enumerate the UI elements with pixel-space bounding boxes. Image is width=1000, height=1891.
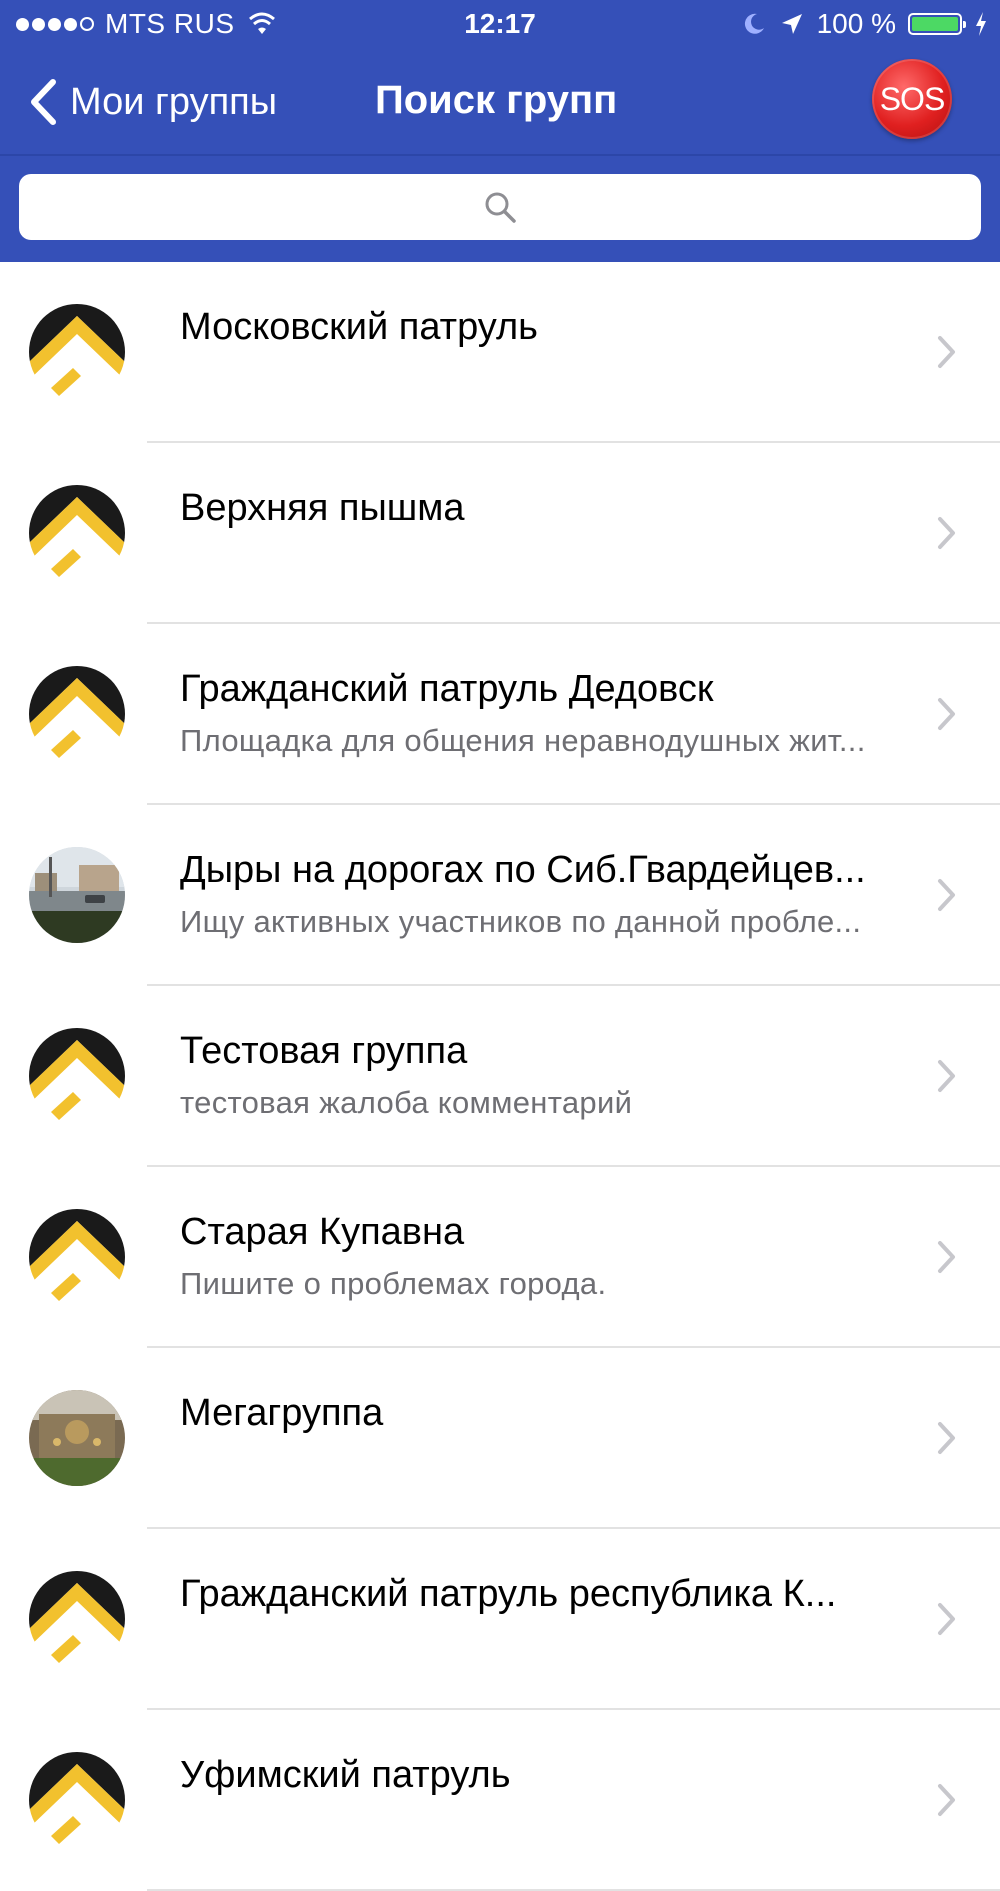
search-icon	[485, 192, 516, 223]
chevron-right-icon	[938, 698, 955, 730]
list-item[interactable]: Гражданский патруль республика К...	[0, 1529, 1000, 1710]
back-button-label: Мои группы	[70, 80, 278, 123]
chevron-right-icon	[938, 517, 955, 549]
chevron-right-icon	[938, 1060, 955, 1092]
chevron-right-icon	[938, 1784, 955, 1816]
group-title: Гражданский патруль республика К...	[180, 1573, 837, 1615]
location-arrow-icon	[781, 14, 802, 34]
list-item[interactable]: Тестовая группа тестовая жалоба комментар…	[0, 986, 1000, 1167]
list-item[interactable]: Уфимский патруль	[0, 1710, 1000, 1891]
status-bar: MTS RUS 12:17 100 %	[0, 0, 1000, 50]
group-logo-icon	[29, 1028, 125, 1124]
list-item[interactable]: Мегагруппа	[0, 1348, 1000, 1529]
chevron-right-icon	[938, 1603, 955, 1635]
chevron-right-icon	[938, 1241, 955, 1273]
group-logo-icon	[29, 666, 125, 762]
navigation-bar: Мои группы Поиск групп SOS	[0, 50, 1000, 154]
back-button[interactable]: Мои группы	[26, 76, 277, 128]
chevron-left-icon	[31, 79, 56, 125]
charging-bolt-icon	[976, 12, 986, 36]
list-item[interactable]: Гражданский патруль Дедовск Площадка для …	[0, 624, 1000, 805]
group-title: Московский патруль	[180, 306, 538, 348]
header: MTS RUS 12:17 100 % Мои группы Поиск гру…	[0, 0, 1000, 262]
page-title: Поиск групп	[375, 78, 618, 122]
group-title: Гражданский патруль Дедовск	[180, 668, 714, 710]
list-item[interactable]: Старая Купавна Пишите о проблемах города.	[0, 1167, 1000, 1348]
list-item[interactable]: Дыры на дорогах по Сиб.Гвардейцев... Ищу …	[0, 805, 1000, 986]
list-item[interactable]: Верхняя пышма	[0, 443, 1000, 624]
chevron-right-icon	[938, 336, 955, 368]
group-description: Ищу активных участников по данной пробле…	[180, 904, 862, 939]
sos-button[interactable]: SOS	[872, 59, 952, 139]
moon-icon	[744, 13, 764, 34]
group-logo-icon	[29, 304, 125, 400]
group-description: Площадка для общения неравнодушных жит..…	[180, 723, 866, 758]
group-logo-icon	[29, 1571, 125, 1667]
group-title: Верхняя пышма	[180, 487, 465, 529]
group-logo-icon	[29, 1752, 125, 1848]
list-item[interactable]: Московский патруль	[0, 262, 1000, 443]
group-title: Уфимский патруль	[180, 1754, 511, 1796]
group-title: Дыры на дорогах по Сиб.Гвардейцев...	[180, 849, 866, 891]
group-title: Мегагруппа	[180, 1392, 384, 1434]
group-logo-icon	[29, 485, 125, 581]
sos-label: SOS	[879, 80, 946, 117]
group-title: Тестовая группа	[180, 1030, 468, 1072]
chevron-right-icon	[938, 1422, 955, 1454]
group-avatar	[29, 1390, 125, 1486]
header-divider	[0, 154, 1000, 156]
chevron-right-icon	[938, 879, 955, 911]
search-input[interactable]	[19, 174, 981, 240]
group-avatar	[29, 847, 125, 943]
battery-percent: 100 %	[816, 8, 896, 39]
group-logo-icon	[29, 1209, 125, 1305]
battery-icon	[908, 13, 966, 35]
group-title: Старая Купавна	[180, 1211, 465, 1253]
group-description: тестовая жалоба комментарий	[180, 1085, 633, 1120]
group-description: Пишите о проблемах города.	[180, 1266, 607, 1301]
group-list: Московский патруль Верхняя пышма Гражданск…	[0, 262, 1000, 1891]
